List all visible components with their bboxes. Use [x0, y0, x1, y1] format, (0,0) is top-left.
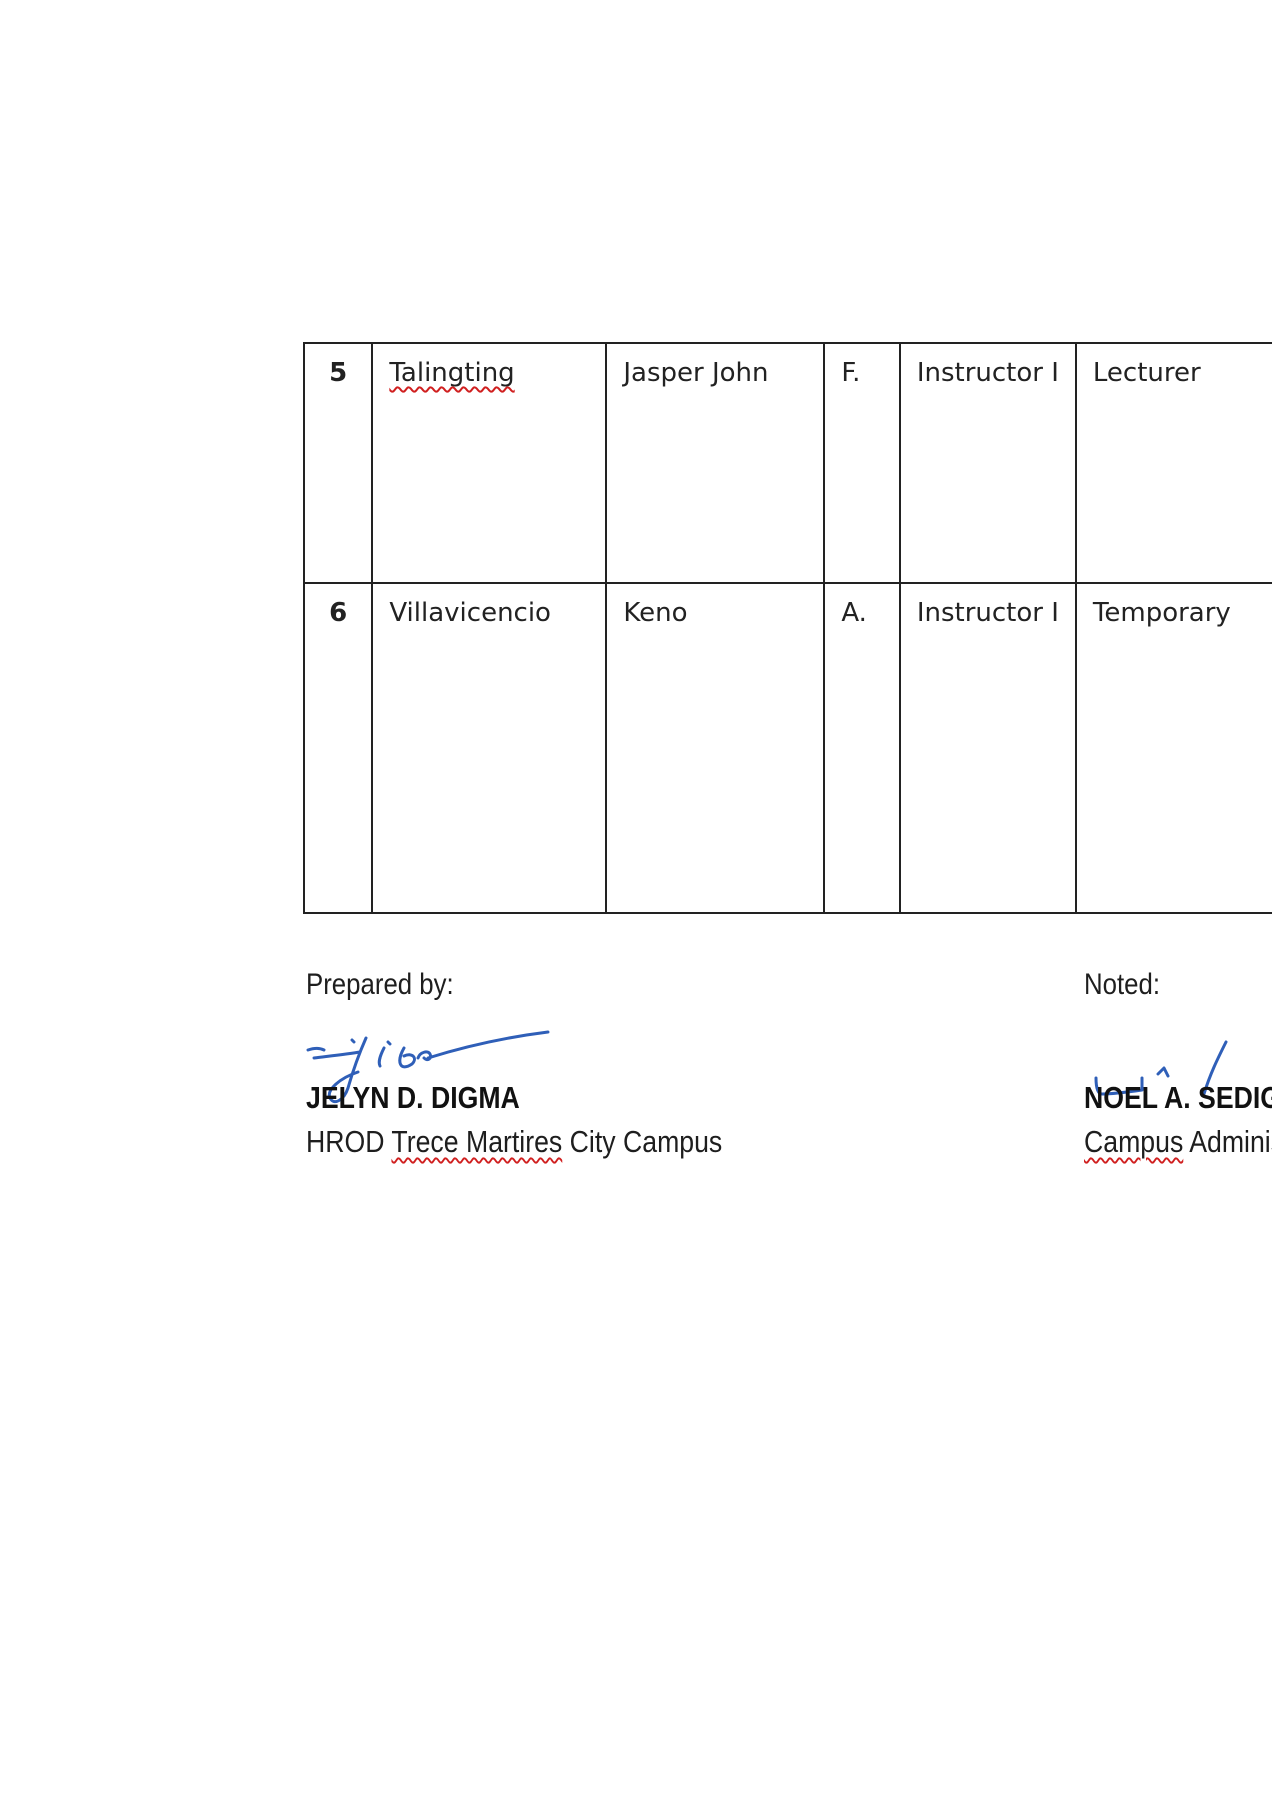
- preparer-title: HROD Trece Martires City Campus: [306, 1124, 722, 1160]
- position-cell: Instructor I: [898, 582, 1077, 914]
- last-name-text: Talingting: [389, 358, 515, 388]
- row-number: 6: [302, 582, 374, 914]
- table-row: 6 Villavicencio Keno A. Instructor I Tem…: [302, 582, 1272, 914]
- middle-initial-cell: F.: [823, 342, 901, 584]
- noted-label: Noted:: [1084, 968, 1161, 1001]
- first-name-cell: Keno: [605, 582, 826, 914]
- document-page: 5 Talingting Jasper John F. Instructor I…: [0, 0, 1272, 1800]
- last-name-cell: Villavicencio: [371, 582, 608, 914]
- prepared-by-label: Prepared by:: [306, 968, 454, 1001]
- middle-initial-cell: A.: [823, 582, 901, 914]
- preparer-name: JELYN D. DIGMA: [306, 1080, 520, 1115]
- preparer-title-prefix: HROD: [306, 1124, 392, 1159]
- status-cell: Lecturer: [1074, 342, 1272, 584]
- preparer-title-campus: Trece Martires: [391, 1124, 563, 1159]
- first-name-cell: Jasper John: [605, 342, 826, 584]
- position-cell: Instructor I: [898, 342, 1077, 584]
- table-row: 5 Talingting Jasper John F. Instructor I…: [302, 342, 1272, 584]
- noter-title: Campus Administrator: [1084, 1124, 1272, 1160]
- last-name-cell: Talingting: [371, 342, 608, 584]
- row-number: 5: [302, 342, 374, 584]
- faculty-table: 5 Talingting Jasper John F. Instructor I…: [302, 342, 1272, 914]
- noter-name: NOEL A. SEDIG: [1084, 1080, 1272, 1115]
- noter-title-campus: Campus: [1084, 1124, 1184, 1159]
- status-cell: Temporary: [1074, 582, 1272, 914]
- preparer-title-suffix: City Campus: [562, 1124, 723, 1159]
- noter-title-suffix: Administrator: [1189, 1124, 1272, 1159]
